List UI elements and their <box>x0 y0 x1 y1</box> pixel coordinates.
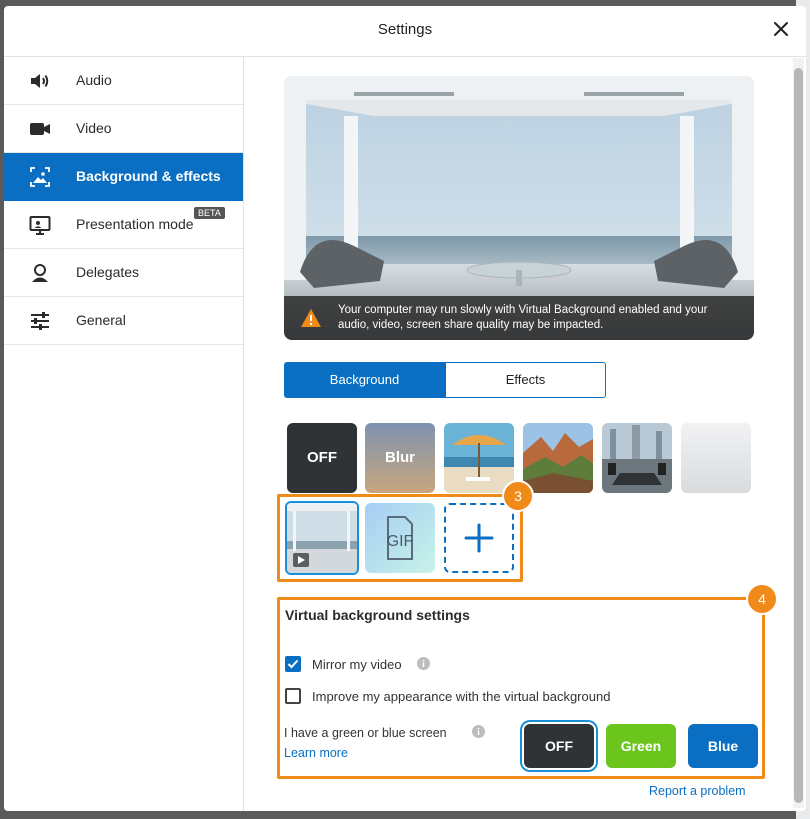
warning-icon <box>301 309 321 327</box>
sidebar-item-background-effects[interactable]: Background & effects <box>4 153 243 201</box>
beta-badge: BETA <box>194 207 225 219</box>
performance-warning: Your computer may run slowly with Virtua… <box>284 296 754 340</box>
sidebar-item-delegates[interactable]: Delegates <box>4 249 243 297</box>
screen-blue-button[interactable]: Blue <box>688 724 758 768</box>
virtual-settings-title: Virtual background settings <box>285 607 470 623</box>
settings-sidebar: Audio Video Background & effects Present… <box>4 57 244 811</box>
sidebar-item-label: Audio <box>76 72 112 88</box>
thumb-label: Blur <box>385 449 415 466</box>
checkmark-icon <box>287 659 299 669</box>
callout-badge-3: 3 <box>502 480 534 512</box>
screen-off-button[interactable]: OFF <box>524 724 594 768</box>
background-off-option[interactable]: OFF <box>287 423 357 493</box>
video-camera-icon <box>30 123 50 135</box>
sidebar-item-label: Delegates <box>76 264 140 280</box>
settings-dialog: Settings Audio Video Background & effect… <box>4 6 806 811</box>
background-white-studio-option[interactable] <box>681 423 751 493</box>
boardroom-image <box>602 423 672 493</box>
speaker-icon <box>31 74 49 88</box>
background-preview: Your computer may run slowly with Virtua… <box>284 76 754 340</box>
dialog-header: Settings <box>4 6 806 57</box>
info-icon[interactable] <box>417 657 430 670</box>
sidebar-item-label: Video <box>76 120 112 136</box>
mirror-video-label: Mirror my video <box>312 657 402 672</box>
warning-text: Your computer may run slowly with Virtua… <box>338 304 708 331</box>
sidebar-item-audio[interactable]: Audio <box>4 57 243 105</box>
learn-more-link[interactable]: Learn more <box>284 746 348 760</box>
background-canyon-option[interactable] <box>523 423 593 493</box>
improve-appearance-checkbox[interactable] <box>285 688 301 704</box>
beach-umbrella-image <box>444 423 514 493</box>
tab-effects[interactable]: Effects <box>445 362 606 398</box>
background-effects-tabs: Background Effects <box>284 362 608 398</box>
canyon-image <box>523 423 593 493</box>
dialog-title: Settings <box>377 21 433 38</box>
sidebar-item-general[interactable]: General <box>4 297 243 345</box>
info-icon[interactable] <box>472 725 485 738</box>
sidebar-item-label: Background & effects <box>76 168 221 184</box>
thumb-label: OFF <box>307 449 337 466</box>
callout-box-3 <box>277 494 523 582</box>
sliders-icon <box>31 312 49 330</box>
close-icon[interactable] <box>770 18 792 40</box>
background-beach-option[interactable] <box>444 423 514 493</box>
presentation-monitor-icon <box>29 216 51 235</box>
tab-background[interactable]: Background <box>284 362 445 398</box>
delegate-user-icon <box>32 264 48 282</box>
sidebar-item-label: General <box>76 312 126 328</box>
background-blur-option[interactable]: Blur <box>365 423 435 493</box>
green-blue-screen-label: I have a green or blue screen <box>284 726 447 740</box>
callout-badge-4: 4 <box>746 583 778 615</box>
background-image-icon <box>30 167 50 187</box>
screen-green-button[interactable]: Green <box>606 724 676 768</box>
scrollbar-thumb[interactable] <box>794 68 803 803</box>
sidebar-item-presentation-mode[interactable]: Presentation mode BETA <box>4 201 243 249</box>
improve-appearance-label: Improve my appearance with the virtual b… <box>312 689 611 704</box>
report-problem-link[interactable]: Report a problem <box>649 784 746 798</box>
sidebar-item-label: Presentation mode <box>76 216 194 232</box>
sidebar-item-video[interactable]: Video <box>4 105 243 153</box>
thumb-label <box>681 423 751 493</box>
mirror-video-checkbox[interactable] <box>285 656 301 672</box>
background-boardroom-option[interactable] <box>602 423 672 493</box>
